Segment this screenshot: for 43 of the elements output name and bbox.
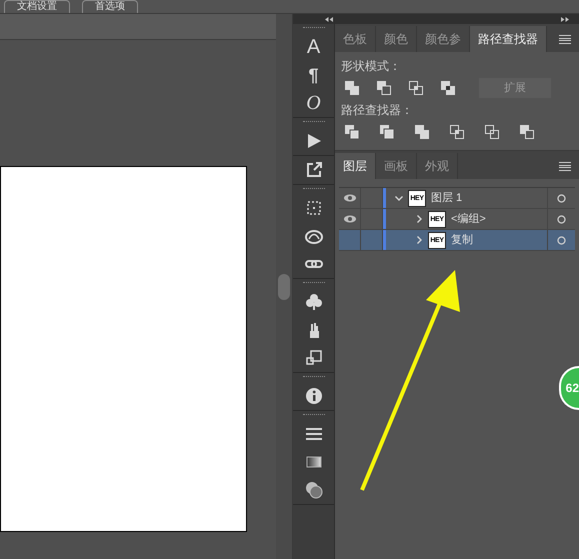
section-label: 路径查找器： — [341, 102, 414, 118]
outline-icon[interactable] — [485, 125, 499, 139]
scrollbar-thumb[interactable] — [278, 274, 290, 300]
collapse-icon[interactable] — [325, 16, 333, 22]
trim-icon[interactable] — [380, 125, 394, 139]
exclude-icon[interactable] — [441, 81, 455, 95]
layer-name: <编组> — [451, 212, 487, 227]
paragraph-icon[interactable]: ¶ — [308, 61, 318, 89]
layer-name: 复制 — [451, 232, 474, 248]
chevron-down-icon[interactable] — [395, 196, 403, 200]
divide-icon[interactable] — [345, 125, 359, 139]
merge-icon[interactable] — [415, 125, 429, 139]
opentype-icon[interactable]: O — [306, 89, 321, 117]
target-icon[interactable] — [557, 194, 566, 202]
toolbar-button[interactable]: 文档设置 — [4, 0, 70, 13]
character-icon[interactable]: A — [306, 33, 320, 61]
chevron-right-icon[interactable] — [416, 215, 422, 223]
toolbar-button[interactable]: 首选项 — [82, 0, 138, 13]
minus-back-icon[interactable] — [520, 125, 534, 139]
transform-icon[interactable] — [304, 199, 322, 217]
unite-icon[interactable] — [345, 81, 359, 95]
stroke-icon[interactable] — [304, 425, 322, 443]
menu-icon[interactable] — [559, 35, 571, 44]
info-icon[interactable] — [304, 387, 322, 405]
transparency-icon[interactable] — [304, 481, 322, 499]
intersect-icon[interactable] — [409, 81, 423, 95]
target-icon[interactable] — [557, 214, 566, 224]
export-icon[interactable] — [304, 161, 322, 179]
eye-icon[interactable] — [344, 194, 356, 202]
eye-icon[interactable] — [344, 215, 356, 223]
symbol-icon[interactable] — [304, 349, 322, 367]
chevron-right-icon[interactable] — [416, 236, 422, 244]
panel-tab[interactable]: 路径查找器 — [470, 26, 547, 52]
minus-front-icon[interactable] — [377, 81, 391, 95]
club-icon[interactable] — [304, 293, 322, 311]
layer-name: 图层 1 — [431, 190, 464, 206]
section-label: 形状模式： — [341, 58, 402, 74]
panel-tab[interactable]: 图层 — [335, 153, 376, 179]
dock-header-bar[interactable] — [293, 14, 334, 24]
expand-icon[interactable] — [561, 16, 569, 22]
menu-icon[interactable] — [559, 162, 571, 171]
target-icon[interactable] — [557, 236, 566, 244]
crop-icon[interactable] — [450, 125, 464, 139]
